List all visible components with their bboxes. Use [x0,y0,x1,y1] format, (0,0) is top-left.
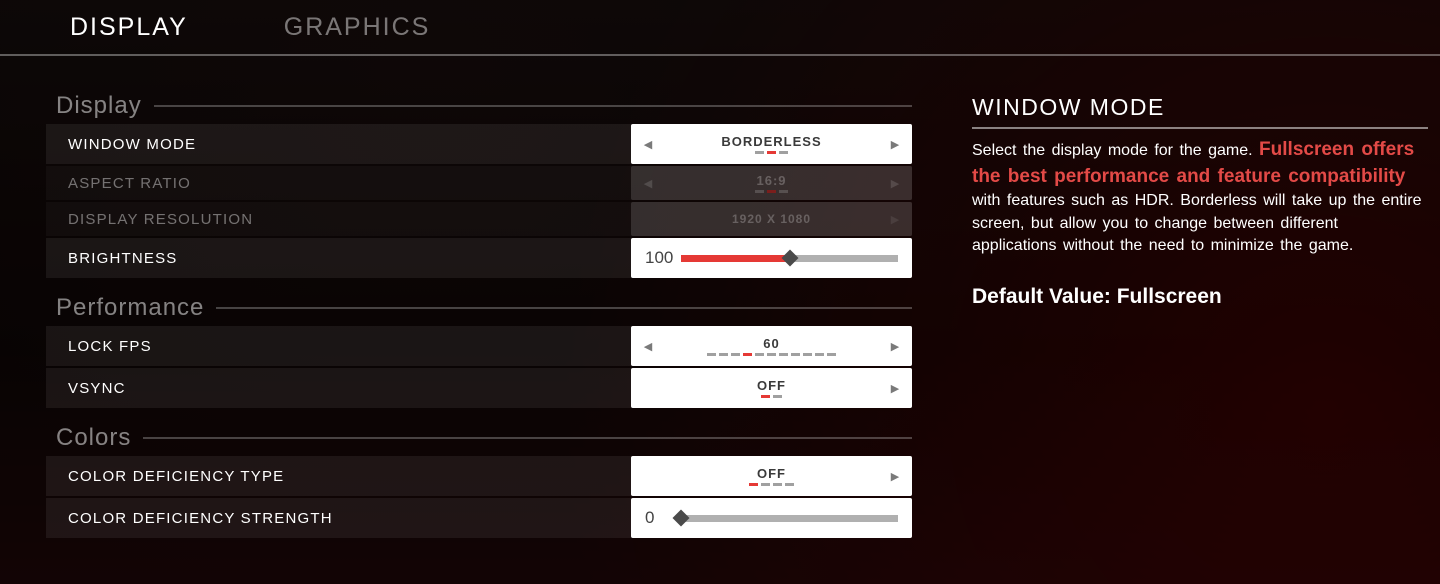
row-brightness[interactable]: BRIGHTNESS 100 [46,238,912,278]
color-deficiency-type-selector[interactable]: OFF ▶ [631,456,912,496]
row-label: COLOR DEFICIENCY STRENGTH [46,510,631,527]
row-label: LOCK FPS [46,338,631,355]
slider-track[interactable] [681,255,898,262]
row-label: VSYNC [46,380,631,397]
selector-value: BORDERLESS [721,135,821,148]
selector-value: 1920 X 1080 [732,213,811,225]
arrow-right-icon[interactable]: ▶ [878,368,912,408]
settings-list: Display WINDOW MODE ◀ BORDERLESS ▶ ASPEC… [46,76,912,540]
arrow-right-icon[interactable]: ▶ [878,326,912,366]
window-mode-selector[interactable]: ◀ BORDERLESS ▶ [631,124,912,164]
row-vsync[interactable]: VSYNC OFF ▶ [46,368,912,408]
selector-value: 60 [763,337,779,350]
section-heading-performance: Performance [56,294,912,322]
row-color-deficiency-strength[interactable]: COLOR DEFICIENCY STRENGTH 0 [46,498,912,538]
section-heading-display: Display [56,92,912,120]
help-panel: WINDOW MODE Select the display mode for … [972,76,1428,540]
resolution-selector: 1920 X 1080 ▶ [631,202,912,236]
selector-value: OFF [757,379,786,392]
help-title: WINDOW MODE [972,94,1428,129]
tab-display[interactable]: DISPLAY [70,3,188,52]
row-label: COLOR DEFICIENCY TYPE [46,468,631,485]
row-color-deficiency-type[interactable]: COLOR DEFICIENCY TYPE OFF ▶ [46,456,912,496]
selector-value: 16:9 [756,174,786,187]
slider-value: 100 [645,248,681,268]
aspect-ratio-selector: ◀ 16:9 ▶ [631,166,912,200]
arrow-left-icon[interactable]: ◀ [631,326,665,366]
arrow-right-icon[interactable]: ▶ [878,124,912,164]
slider-track[interactable] [681,515,898,522]
help-description: Select the display mode for the game. Fu… [972,137,1428,257]
row-label: WINDOW MODE [46,136,631,153]
settings-tab-bar: DISPLAY GRAPHICS [0,0,1440,56]
arrow-right-icon[interactable]: ▶ [878,456,912,496]
vsync-selector[interactable]: OFF ▶ [631,368,912,408]
row-label: DISPLAY RESOLUTION [46,211,631,228]
arrow-left-icon: ◀ [631,166,665,200]
arrow-left-icon[interactable]: ◀ [631,124,665,164]
row-display-resolution: DISPLAY RESOLUTION 1920 X 1080 ▶ [46,202,912,236]
selector-value: OFF [757,467,786,480]
arrow-right-icon: ▶ [878,202,912,236]
row-aspect-ratio: ASPECT RATIO ◀ 16:9 ▶ [46,166,912,200]
brightness-slider[interactable]: 100 [631,238,912,278]
row-label: ASPECT RATIO [46,175,631,192]
row-label: BRIGHTNESS [46,250,631,267]
lock-fps-selector[interactable]: ◀ 60 ▶ [631,326,912,366]
slider-thumb[interactable] [781,250,798,267]
help-default-value: Default Value: Fullscreen [972,285,1428,309]
row-window-mode[interactable]: WINDOW MODE ◀ BORDERLESS ▶ [46,124,912,164]
row-lock-fps[interactable]: LOCK FPS ◀ 60 ▶ [46,326,912,366]
color-deficiency-strength-slider[interactable]: 0 [631,498,912,538]
tab-graphics[interactable]: GRAPHICS [284,3,431,52]
section-heading-colors: Colors [56,424,912,452]
arrow-right-icon: ▶ [878,166,912,200]
